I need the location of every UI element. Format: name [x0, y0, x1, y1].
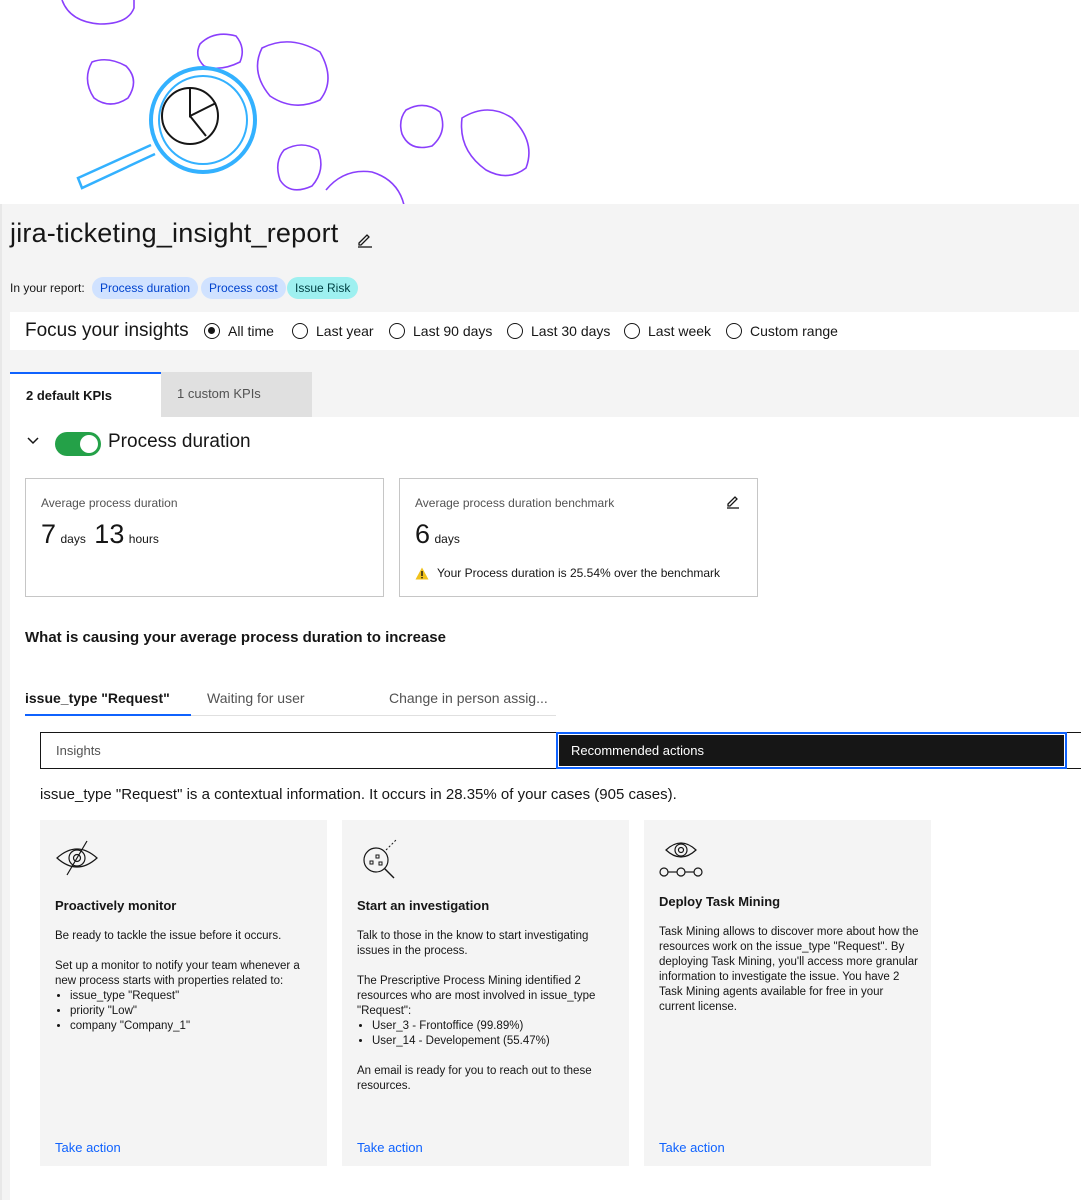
- switch-recommended-actions[interactable]: Recommended actions: [556, 732, 1067, 769]
- tab-waiting-for-user[interactable]: Waiting for user: [191, 688, 373, 716]
- card-body: Task Mining allows to discover more abou…: [659, 925, 921, 1030]
- chevron-down-icon[interactable]: [26, 436, 40, 446]
- blob-shape: [276, 144, 322, 191]
- benchmark-card: Average process duration benchmark 6 day…: [399, 478, 758, 597]
- radio-label: Last 90 days: [413, 323, 493, 339]
- benchmark-days: 6: [415, 519, 431, 549]
- radio-label: Last year: [316, 323, 374, 339]
- eye-monitor-icon: [56, 840, 98, 876]
- hours-unit: hours: [128, 532, 159, 546]
- panel-edge: [0, 204, 2, 1200]
- edit-benchmark-icon[interactable]: [725, 493, 741, 509]
- card-title: Start an investigation: [357, 898, 490, 913]
- tab-custom-kpis[interactable]: 1 custom KPIs: [161, 372, 312, 417]
- eye-flow-icon: [659, 842, 703, 877]
- days-unit: days: [60, 532, 86, 546]
- tag-process-duration: Process duration: [92, 277, 199, 299]
- blob-shape: [196, 33, 244, 70]
- blob-shape: [460, 109, 530, 177]
- switcher-edge: [1067, 732, 1081, 769]
- switch-insights[interactable]: Insights: [40, 732, 556, 769]
- tab-change-in-person[interactable]: Change in person assig...: [373, 688, 556, 716]
- card-title: Proactively monitor: [55, 898, 177, 913]
- recommendation-card-monitor: Proactively monitor Be ready to tackle t…: [40, 820, 327, 1166]
- radio-button[interactable]: [726, 323, 742, 339]
- radio-label: Custom range: [750, 323, 838, 339]
- context-description: issue_type "Request" is a contextual inf…: [40, 786, 677, 803]
- card-paragraph: Talk to those in the know to start inves…: [357, 930, 589, 957]
- radio-last-week[interactable]: Last week: [624, 322, 711, 340]
- radio-last-90-days[interactable]: Last 90 days: [389, 322, 492, 340]
- hero-illustration: [61, 0, 530, 205]
- card-label: Average process duration benchmark: [415, 496, 615, 510]
- list-item: User_3 - Frontoffice (99.89%): [372, 1019, 619, 1034]
- take-action-link[interactable]: Take action: [659, 1140, 725, 1155]
- card-body: Be ready to tackle the issue before it o…: [55, 929, 317, 1034]
- radio-button[interactable]: [389, 323, 405, 339]
- process-duration-toggle[interactable]: [55, 432, 101, 456]
- benchmark-unit: days: [434, 532, 460, 546]
- focus-label: Focus your insights: [25, 320, 189, 341]
- card-paragraph: Set up a monitor to notify your team whe…: [55, 960, 300, 987]
- property-list: issue_type "Request" priority "Low" comp…: [55, 989, 317, 1034]
- card-paragraph: Task Mining allows to discover more abou…: [659, 926, 919, 1013]
- card-paragraph: Be ready to tackle the issue before it o…: [55, 930, 282, 942]
- card-body: Talk to those in the know to start inves…: [357, 929, 619, 1109]
- radio-label: All time: [228, 323, 274, 339]
- card-label: Average process duration: [41, 496, 178, 510]
- warning-text: Your Process duration is 25.54% over the…: [437, 566, 721, 580]
- blob-shape: [399, 104, 444, 149]
- recommendation-card-investigation: Start an investigation Talk to those in …: [342, 820, 629, 1166]
- radio-button[interactable]: [624, 323, 640, 339]
- blob-shape: [256, 41, 329, 106]
- average-duration-value: 7 days 13 hours: [41, 519, 159, 550]
- card-title: Deploy Task Mining: [659, 894, 781, 909]
- list-item: priority "Low": [70, 1004, 317, 1019]
- blob-shape: [86, 58, 135, 105]
- process-duration-title: Process duration: [108, 431, 251, 452]
- recommendation-card-task-mining: Deploy Task Mining Task Mining allows to…: [644, 820, 931, 1166]
- benchmark-value: 6 days: [415, 519, 460, 550]
- list-item: issue_type "Request": [70, 989, 317, 1004]
- blob-shape: [325, 170, 405, 205]
- card-paragraph: The Prescriptive Process Mining identifi…: [357, 975, 596, 1017]
- radio-button[interactable]: [507, 323, 523, 339]
- radio-label: Last week: [648, 323, 712, 339]
- radio-button-checked[interactable]: [204, 323, 220, 339]
- list-item: company "Company_1": [70, 1019, 317, 1034]
- radio-label: Last 30 days: [531, 323, 611, 339]
- average-duration-card: Average process duration 7 days 13 hours: [25, 478, 384, 597]
- causes-heading: What is causing your average process dur…: [25, 629, 446, 646]
- benchmark-warning: Your Process duration is 25.54% over the…: [415, 566, 720, 580]
- investigate-magnifier-icon: [363, 839, 397, 879]
- take-action-link[interactable]: Take action: [357, 1140, 423, 1155]
- list-item: User_14 - Developement (55.47%): [372, 1034, 619, 1049]
- radio-all-time[interactable]: All time: [204, 322, 274, 340]
- toggle-knob: [80, 435, 98, 453]
- in-your-report-label: In your report:: [10, 281, 85, 295]
- radio-custom-range[interactable]: Custom range: [726, 322, 838, 340]
- radio-button[interactable]: [292, 323, 308, 339]
- tag-issue-risk: Issue Risk: [287, 277, 359, 299]
- blob-shape: [61, 0, 135, 25]
- days-value: 7: [41, 519, 57, 549]
- tag-process-cost: Process cost: [201, 277, 286, 299]
- hours-value: 13: [94, 519, 125, 549]
- magnifier-icon: [76, 66, 257, 190]
- take-action-link[interactable]: Take action: [55, 1140, 121, 1155]
- radio-last-year[interactable]: Last year: [292, 322, 374, 340]
- tab-issue-type-request[interactable]: issue_type "Request": [25, 688, 191, 716]
- card-paragraph: An email is ready for you to reach out t…: [357, 1065, 592, 1092]
- tab-default-kpis[interactable]: 2 default KPIs: [10, 372, 161, 417]
- report-title: jira-ticketing_insight_report: [10, 218, 339, 248]
- resource-list: User_3 - Frontoffice (99.89%) User_14 - …: [357, 1019, 619, 1049]
- edit-title-icon[interactable]: [356, 230, 374, 248]
- radio-last-30-days[interactable]: Last 30 days: [507, 322, 610, 340]
- warning-icon: [415, 567, 429, 579]
